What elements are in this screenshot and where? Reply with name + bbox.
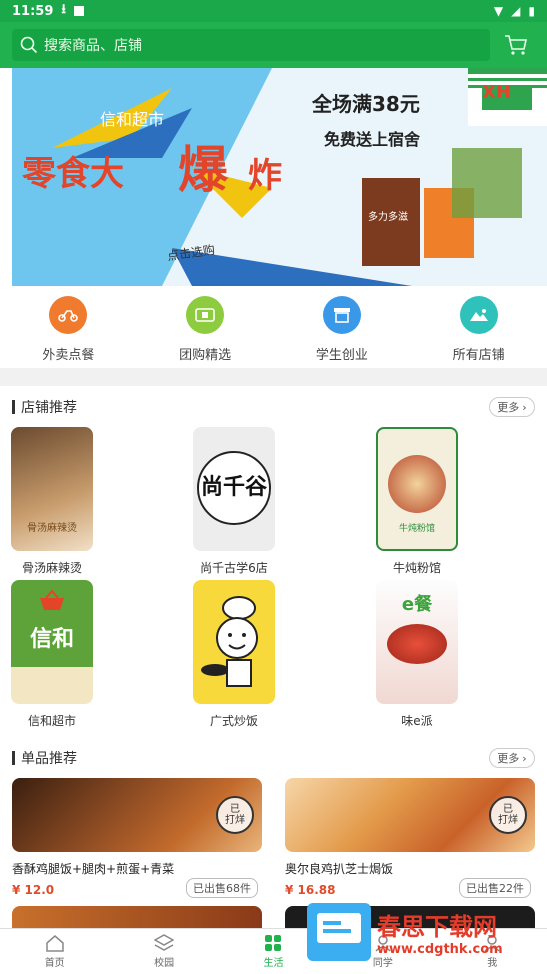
closed-stamp-top: 已 xyxy=(503,804,513,815)
quick-entries: 外卖点餐 团购精选 学生创业 所有店铺 xyxy=(0,286,547,368)
products-more-button[interactable]: 更多 › xyxy=(489,748,535,768)
banner-brand: 信和超市 xyxy=(100,110,165,129)
quick-entry-group-buy[interactable]: 团购精选 xyxy=(145,296,265,368)
store-image: e餐 xyxy=(376,580,458,704)
product-image-partial xyxy=(12,906,262,928)
store-card[interactable]: 骨汤麻辣烫 骨汤麻辣烫 xyxy=(0,427,132,576)
closed-stamp: 已 打烊 xyxy=(216,796,254,834)
store-image: 信和 xyxy=(11,580,93,704)
app-notification-icon xyxy=(73,6,84,16)
store-image: 尚千谷 xyxy=(193,427,275,551)
store-name: 信和超市 xyxy=(27,714,76,728)
top-header: 搜索商品、店铺 xyxy=(0,22,547,68)
store-image-text: 尚千谷 xyxy=(197,451,271,525)
product-card[interactable]: 已 打烊 奥尔良鸡扒芝士焗饭 ¥ 16.88 已出售22件 xyxy=(285,778,535,898)
chef-illustration xyxy=(201,596,258,687)
ticket-icon xyxy=(186,296,225,334)
quick-entry-startup[interactable]: 学生创业 xyxy=(282,296,402,368)
status-time: 11:59 xyxy=(12,3,54,19)
store-name: 尚千古学6店 xyxy=(200,561,268,575)
store-image-text: e餐 xyxy=(401,594,433,615)
product-sold-badge: 已出售22件 xyxy=(459,878,531,898)
stores-section-title: 店铺推荐 xyxy=(12,396,77,418)
tab-label: 生活 xyxy=(263,958,284,969)
product-image: 已 打烊 xyxy=(285,778,535,852)
stores-more-button[interactable]: 更多 › xyxy=(489,397,535,417)
banner-promo-line2: 免费送上宿舍 xyxy=(324,130,421,149)
closed-stamp-bottom: 打烊 xyxy=(498,815,518,826)
banner-headline: 零食大 xyxy=(22,154,124,194)
banner-promo-line1: 全场满38元 xyxy=(312,92,420,116)
store-icon xyxy=(322,296,361,334)
closed-stamp-top: 已 xyxy=(230,804,240,815)
store-card[interactable]: 尚千谷 尚千古学6店 xyxy=(154,427,314,576)
promo-banner[interactable]: 信和超市 零食大 爆 炸 全场满38元 免费送上宿舍 点击选购 XH 多力多滋 xyxy=(12,68,547,286)
chevron-right-icon: › xyxy=(522,751,527,765)
signal-icon: ◢ xyxy=(511,4,521,18)
tab-home[interactable]: 首页 xyxy=(5,934,105,969)
store-image xyxy=(193,580,275,704)
store-image-text: 信和 xyxy=(29,627,74,652)
store-card[interactable]: 广式炒饭 xyxy=(154,580,314,729)
tab-label: 校园 xyxy=(154,958,175,969)
mountain-icon xyxy=(459,296,498,334)
download-icon: ⭳ xyxy=(61,2,66,17)
quick-entry-takeout[interactable]: 外卖点餐 xyxy=(8,296,128,368)
quick-entry-all-stores[interactable]: 所有店铺 xyxy=(419,296,539,368)
store-image: 骨汤麻辣烫 xyxy=(11,427,93,551)
products-section-title: 单品推荐 xyxy=(12,747,77,769)
search-placeholder: 搜索商品、店铺 xyxy=(44,38,142,54)
watermark: 春思下载网 www.cdgthk.com xyxy=(307,902,537,962)
layers-icon xyxy=(154,934,175,951)
more-label: 更多 xyxy=(497,401,520,414)
banner-chips-label: 多力多滋 xyxy=(368,212,408,223)
quick-entry-label: 外卖点餐 xyxy=(42,348,95,363)
store-image-text: 骨汤麻辣烫 xyxy=(27,523,77,534)
wifi-icon: ▼ xyxy=(493,4,504,18)
store-card[interactable]: e餐 味e派 xyxy=(337,580,497,729)
store-name: 广式炒饭 xyxy=(209,714,258,728)
store-name: 骨汤麻辣烫 xyxy=(21,561,82,575)
closed-stamp-bottom: 打烊 xyxy=(225,815,245,826)
search-icon xyxy=(20,36,38,54)
watermark-logo xyxy=(307,903,371,961)
scooter-icon xyxy=(49,296,88,334)
cart-icon[interactable] xyxy=(504,34,528,56)
product-card[interactable]: 已 打烊 香酥鸡腿饭+腿肉+煎蛋+青菜 ¥ 12.0 已出售68件 xyxy=(12,778,262,898)
store-card[interactable]: 牛炖粉馆 牛炖粉馆 xyxy=(337,427,497,576)
status-bar: 11:59 ⭳ ▼ ◢ ▮ xyxy=(0,0,547,22)
store-name: 味e派 xyxy=(401,714,433,728)
tab-campus[interactable]: 校园 xyxy=(114,934,214,969)
watermark-title: 春思下载网 xyxy=(377,913,497,941)
watermark-url: www.cdgthk.com xyxy=(377,942,503,957)
quick-entry-label: 学生创业 xyxy=(315,348,368,363)
home-icon xyxy=(45,935,64,952)
store-image-text: 牛炖粉馆 xyxy=(398,524,435,534)
product-name: 香酥鸡腿饭+腿肉+煎蛋+青菜 xyxy=(12,862,175,876)
grid-icon xyxy=(265,935,282,951)
product-name: 奥尔良鸡扒芝士焗饭 xyxy=(285,862,394,876)
search-input[interactable]: 搜索商品、店铺 xyxy=(12,29,490,61)
closed-stamp: 已 打烊 xyxy=(489,796,527,834)
store-image: 牛炖粉馆 xyxy=(376,427,458,551)
banner-headline-2: 爆 xyxy=(178,141,228,199)
banner-logo: XH xyxy=(482,82,511,103)
quick-entry-label: 团购精选 xyxy=(179,348,232,363)
basket-icon xyxy=(40,589,64,610)
more-label: 更多 xyxy=(497,752,520,765)
quick-entry-label: 所有店铺 xyxy=(452,348,505,363)
banner-headline-3: 炸 xyxy=(248,156,282,196)
store-card[interactable]: 信和 信和超市 xyxy=(0,580,132,729)
product-image: 已 打烊 xyxy=(12,778,262,852)
chevron-right-icon: › xyxy=(522,400,527,414)
section-divider xyxy=(0,368,547,386)
product-sold-badge: 已出售68件 xyxy=(186,878,258,898)
battery-icon: ▮ xyxy=(528,4,535,18)
tab-label: 首页 xyxy=(44,958,65,969)
store-name: 牛炖粉馆 xyxy=(392,561,441,575)
